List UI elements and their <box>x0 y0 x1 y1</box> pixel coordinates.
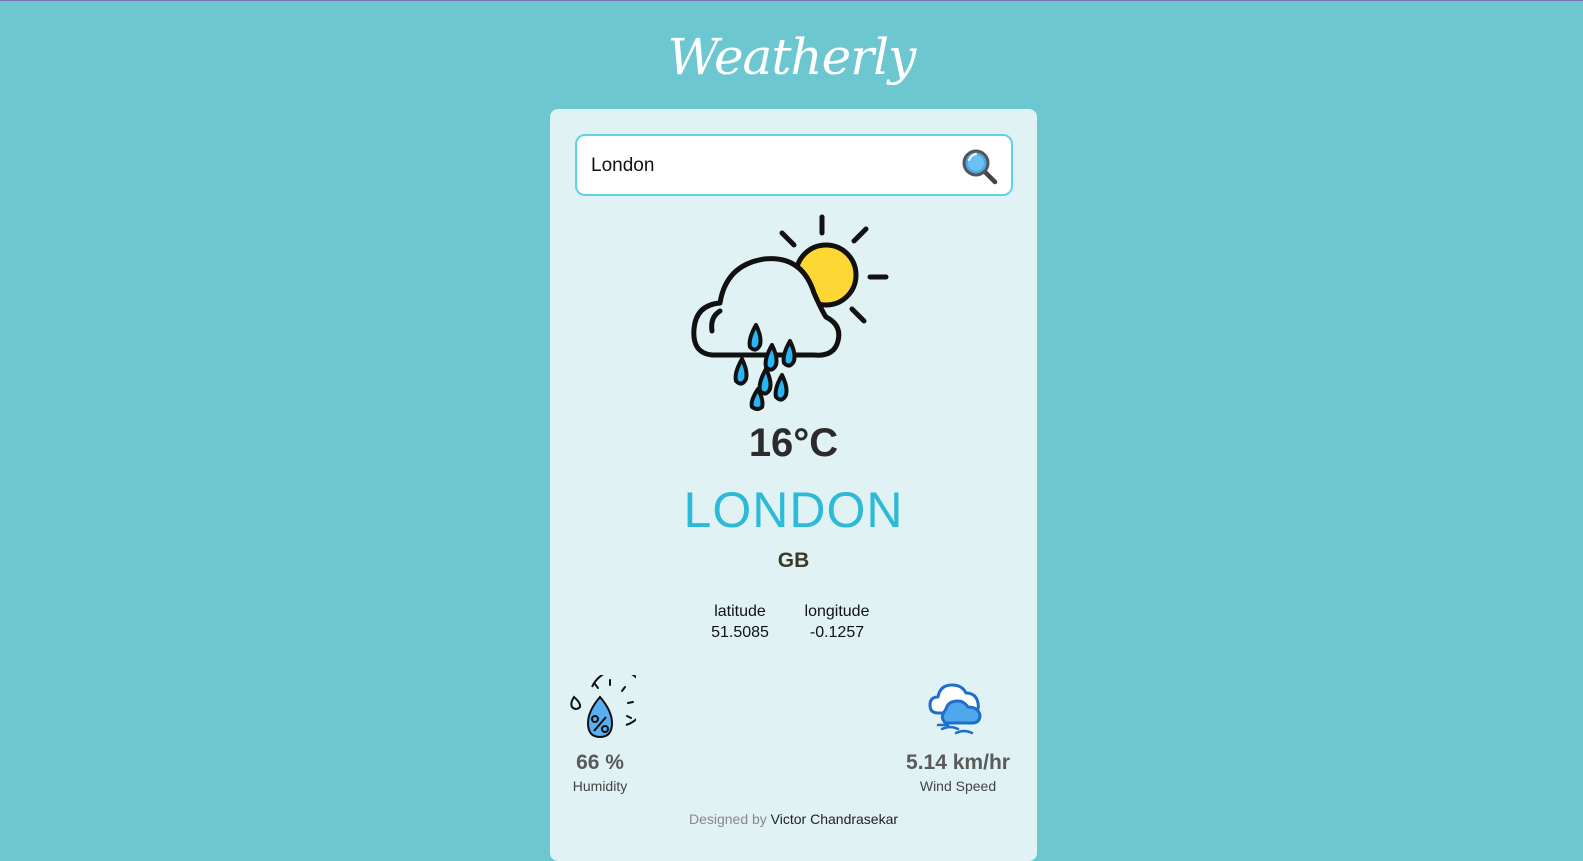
wind-cloud-icon <box>928 683 982 735</box>
wind-speed-label: Wind Speed <box>919 778 997 794</box>
latitude-label: latitude <box>714 603 766 620</box>
temperature: 16°C <box>748 421 839 465</box>
longitude-block: longitude -0.1257 <box>795 601 879 643</box>
cloud-rain-sun-icon <box>691 214 889 411</box>
country-code: GB <box>777 549 810 572</box>
footer-prefix: Designed by <box>688 811 767 827</box>
search-input[interactable] <box>589 148 953 184</box>
humidity-label: Humidity <box>572 778 628 794</box>
wind-speed-value: 5.14 km/hr <box>906 751 1010 774</box>
weather-card: 16°C LONDON GB latitude 51.5085 longitud… <box>550 109 1037 861</box>
latitude-block: latitude 51.5085 <box>702 601 778 643</box>
footer-author: Victor Chandrasekar <box>770 811 899 827</box>
humidity-gauge-icon <box>570 675 636 739</box>
footer-credit: Designed by Victor Chandrasekar <box>550 811 1037 827</box>
search-icon[interactable] <box>961 148 999 186</box>
humidity-value: 66 % <box>576 751 624 774</box>
longitude-label: longitude <box>804 603 870 620</box>
city-name: LONDON <box>683 482 904 538</box>
latitude-value: 51.5085 <box>711 624 769 641</box>
app-logo: Weatherly <box>667 28 917 86</box>
longitude-value: -0.1257 <box>809 624 865 641</box>
search-bar <box>575 134 1013 196</box>
